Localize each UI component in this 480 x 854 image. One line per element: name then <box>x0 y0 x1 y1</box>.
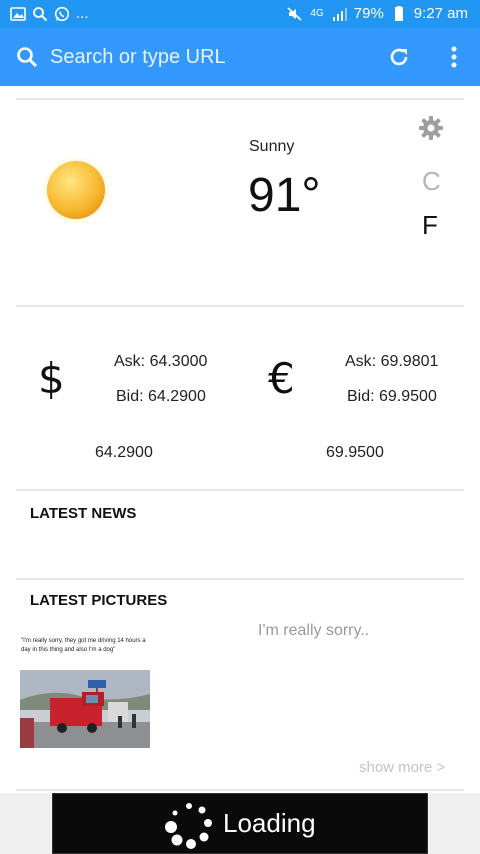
loading-label: Loading <box>223 808 316 838</box>
currency-divider <box>16 489 464 491</box>
gear-icon[interactable] <box>418 115 444 141</box>
battery-icon <box>394 5 403 21</box>
eur-bid: Bid: 69.9500 <box>347 388 437 405</box>
usd-bid: Bid: 64.2900 <box>116 388 206 405</box>
system-status: 4G 79% 9:27 am <box>287 5 468 22</box>
clock: 9:27 am <box>413 5 468 22</box>
gallery-icon <box>10 6 26 21</box>
top-divider <box>16 98 464 100</box>
weather-condition: Sunny <box>249 138 295 155</box>
search-icon <box>33 6 48 21</box>
dollar-symbol: $ <box>38 354 65 403</box>
url-input[interactable] <box>50 42 350 72</box>
mute-icon <box>287 6 302 21</box>
usd-rate: 64.2900 <box>95 444 153 461</box>
eur-ask: Ask: 69.9801 <box>345 353 439 370</box>
sun-icon <box>39 153 113 227</box>
more-vert-icon[interactable] <box>444 44 464 70</box>
usd-ask: Ask: 64.3000 <box>114 353 208 370</box>
news-divider <box>16 578 464 580</box>
battery-percent: 79% <box>353 5 384 22</box>
signal-icon <box>332 7 347 21</box>
more-notifications: ... <box>76 5 89 22</box>
show-more-link[interactable]: show more > <box>359 759 445 776</box>
picture-thumbnail[interactable]: "I'm really sorry, they got me driving 1… <box>20 634 150 748</box>
pictures-divider <box>16 789 464 791</box>
eur-rate: 69.9500 <box>326 444 384 461</box>
weather-divider <box>16 305 464 307</box>
status-bar: ... 4G 79% 9:27 am <box>0 0 480 28</box>
unit-fahrenheit-toggle[interactable]: F <box>422 210 438 241</box>
euro-symbol: € <box>268 354 295 403</box>
temperature: 91° <box>248 169 321 222</box>
latest-pictures-title: LATEST PICTURES <box>30 592 168 609</box>
loading-spinner-icon <box>165 803 212 849</box>
network-type: 4G <box>310 8 324 19</box>
loading-toast: Loading <box>52 793 428 854</box>
latest-news-title: LATEST NEWS <box>30 505 137 522</box>
picture-caption[interactable]: I'm really sorry.. <box>258 622 369 640</box>
notification-icons: ... <box>10 5 89 22</box>
whatsapp-icon <box>54 6 70 21</box>
search-icon[interactable] <box>16 46 38 68</box>
refresh-icon[interactable] <box>387 45 411 69</box>
unit-celsius-toggle[interactable]: C <box>422 166 441 197</box>
url-bar <box>0 28 480 86</box>
thumbnail-caption: "I'm really sorry, they got me driving 1… <box>21 638 146 653</box>
truck-photo <box>20 670 150 748</box>
